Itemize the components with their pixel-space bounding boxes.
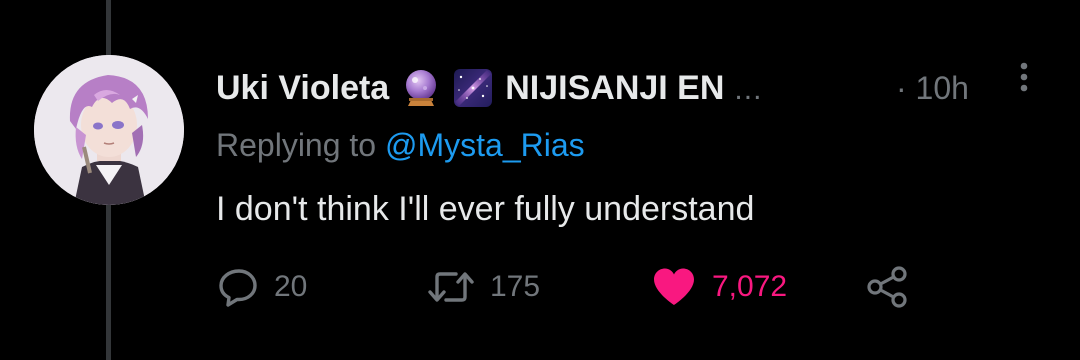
- display-name[interactable]: Uki Violeta: [216, 69, 389, 108]
- reply-bubble-icon: [216, 265, 260, 309]
- retweet-button[interactable]: 175: [426, 262, 540, 312]
- milky-way-icon: [453, 68, 493, 108]
- reply-button[interactable]: 20: [216, 262, 307, 312]
- tweet-text: I don't think I'll ever fully understand: [216, 190, 755, 228]
- more-vertical-icon[interactable]: [1012, 58, 1036, 98]
- tweet[interactable]: Uki Violeta NIJISANJI EN ... · 10h Reply…: [0, 0, 1080, 360]
- replying-to-handle-link[interactable]: @Mysta_Rias: [385, 127, 585, 163]
- affiliation-label: NIJISANJI EN: [505, 68, 725, 107]
- reply-count: 20: [274, 270, 308, 303]
- like-count: 7,072: [712, 270, 788, 303]
- retweet-count: 175: [490, 270, 541, 303]
- retweet-icon: [426, 265, 476, 309]
- heart-icon: [650, 265, 698, 309]
- like-button[interactable]: 7,072: [650, 262, 787, 312]
- avatar[interactable]: [34, 55, 184, 205]
- crystal-ball-icon: [401, 68, 441, 108]
- replying-to-prefix: Replying to: [216, 127, 377, 163]
- tweet-header: Uki Violeta NIJISANJI EN ...: [216, 64, 762, 112]
- replying-to-line: Replying to @Mysta_Rias: [216, 122, 585, 168]
- share-icon: [864, 265, 912, 309]
- share-button[interactable]: [864, 262, 912, 312]
- name-truncation: ...: [734, 73, 763, 106]
- timestamp[interactable]: · 10h: [896, 64, 969, 112]
- action-bar: 20 175 7,072: [216, 262, 936, 312]
